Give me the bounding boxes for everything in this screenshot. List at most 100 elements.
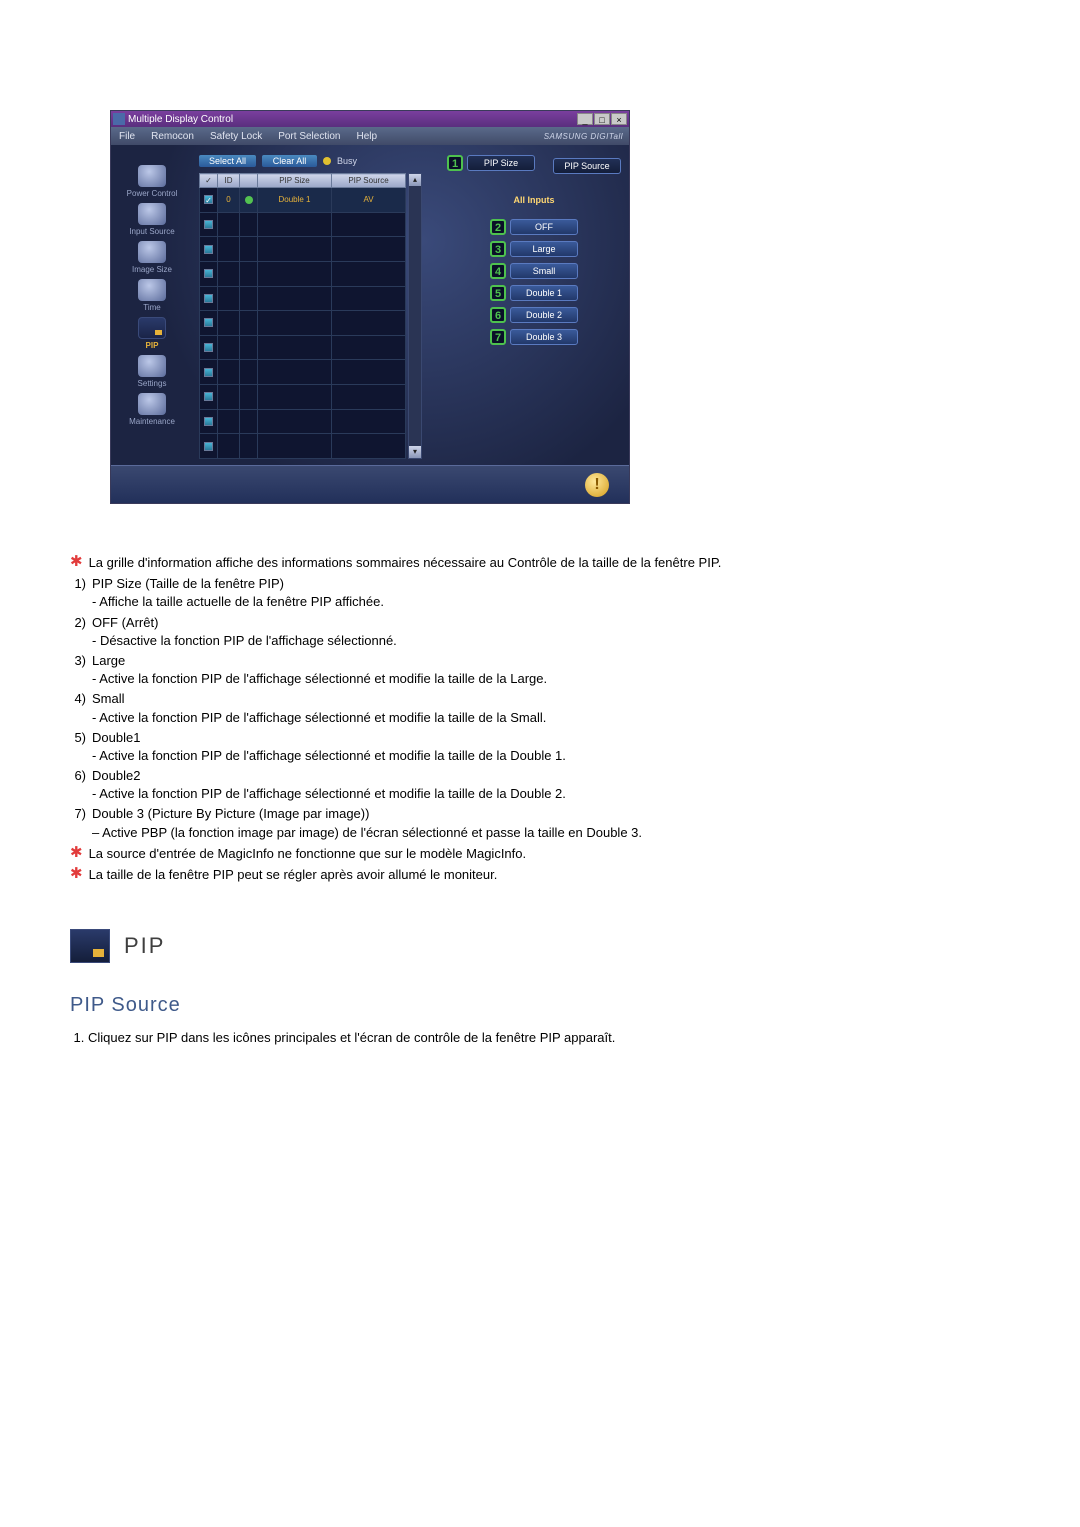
star-icon: ✱ [70, 866, 83, 884]
callout-number: 5 [490, 285, 506, 301]
app-body: Power Control Input Source Image Size Ti… [111, 145, 629, 465]
cell-status [240, 188, 258, 213]
row-checkbox[interactable] [204, 442, 213, 451]
table-row[interactable] [200, 237, 406, 262]
cell-pip-size [258, 434, 332, 459]
sidebar-item-label: Image Size [111, 265, 193, 274]
sidebar-item-input-source[interactable]: Input Source [111, 203, 193, 236]
sidebar-item-settings[interactable]: Settings [111, 355, 193, 388]
cell-pip-source [332, 237, 406, 262]
list-sub: – Active PBP (la fonction image par imag… [92, 825, 642, 840]
table-row[interactable] [200, 409, 406, 434]
section-header: PIP [70, 929, 1010, 963]
cell-pip-source [332, 212, 406, 237]
cell-pip-source [332, 335, 406, 360]
sidebar-item-label: Power Control [111, 189, 193, 198]
col-check[interactable]: ✓ [200, 174, 218, 188]
maximize-button[interactable]: □ [594, 113, 610, 125]
row-checkbox[interactable] [204, 368, 213, 377]
pip-size-button[interactable]: OFF [510, 219, 578, 235]
table-row[interactable] [200, 311, 406, 336]
list-title: Small [92, 691, 125, 706]
row-checkbox[interactable] [204, 220, 213, 229]
titlebar[interactable]: Multiple Display Control _ □ × [111, 111, 629, 127]
list-title: Double2 [92, 768, 140, 783]
all-inputs-label: All Inputs [447, 195, 621, 205]
statusbar: ! [111, 465, 629, 503]
sidebar-item-power-control[interactable]: Power Control [111, 165, 193, 198]
sidebar-item-time[interactable]: Time [111, 279, 193, 312]
scroll-up-icon[interactable]: ▴ [409, 174, 421, 186]
row-checkbox[interactable] [204, 417, 213, 426]
sidebar: Power Control Input Source Image Size Ti… [111, 145, 193, 465]
callout-number: 3 [490, 241, 506, 257]
pip-size-button[interactable]: Large [510, 241, 578, 257]
pip-size-option: 4Small [490, 263, 578, 279]
table-row[interactable] [200, 212, 406, 237]
pip-source-header[interactable]: PIP Source [553, 158, 621, 174]
cell-pip-size: Double 1 [258, 188, 332, 213]
cell-pip-source [332, 434, 406, 459]
cell-status [240, 385, 258, 410]
warning-icon[interactable]: ! [585, 473, 609, 497]
grid-wrap: ✓ ID PIP Size PIP Source 0Double 1AV ▴ ▾ [199, 173, 433, 459]
sidebar-item-maintenance[interactable]: Maintenance [111, 393, 193, 426]
cell-id [218, 360, 240, 385]
maintenance-icon [138, 393, 166, 415]
scroll-down-icon[interactable]: ▾ [409, 446, 421, 458]
list-sub: - Active la fonction PIP de l'affichage … [92, 710, 546, 725]
cell-id [218, 335, 240, 360]
clear-all-button[interactable]: Clear All [262, 155, 317, 167]
list-number: 1) [70, 575, 86, 611]
col-status[interactable] [240, 174, 258, 188]
note-line: ✱ La taille de la fenêtre PIP peut se ré… [70, 866, 1010, 884]
table-row[interactable] [200, 261, 406, 286]
pip-size-options: 2OFF3Large4Small5Double 16Double 27Doubl… [447, 219, 621, 345]
sidebar-item-image-size[interactable]: Image Size [111, 241, 193, 274]
row-checkbox[interactable] [204, 343, 213, 352]
table-row[interactable]: 0Double 1AV [200, 188, 406, 213]
list-item: 5)Double1- Active la fonction PIP de l'a… [70, 729, 1010, 765]
row-checkbox[interactable] [204, 245, 213, 254]
grid-scrollbar[interactable]: ▴ ▾ [408, 173, 422, 459]
menu-remocon[interactable]: Remocon [143, 131, 202, 142]
pip-size-button[interactable]: Small [510, 263, 578, 279]
table-row[interactable] [200, 360, 406, 385]
cell-pip-size [258, 237, 332, 262]
cell-status [240, 237, 258, 262]
table-row[interactable] [200, 286, 406, 311]
pip-size-button[interactable]: Double 3 [510, 329, 578, 345]
list-number: 6) [70, 767, 86, 803]
menu-file[interactable]: File [111, 131, 143, 142]
note-text: La grille d'information affiche des info… [89, 554, 722, 572]
select-all-button[interactable]: Select All [199, 155, 256, 167]
row-checkbox[interactable] [204, 318, 213, 327]
pip-size-button[interactable]: Double 2 [510, 307, 578, 323]
row-checkbox[interactable] [204, 269, 213, 278]
minimize-button[interactable]: _ [577, 113, 593, 125]
table-row[interactable] [200, 335, 406, 360]
cell-status [240, 434, 258, 459]
table-row[interactable] [200, 385, 406, 410]
col-id[interactable]: ID [218, 174, 240, 188]
list-number: 4) [70, 690, 86, 726]
sidebar-item-pip[interactable]: PIP [111, 317, 193, 350]
cell-status [240, 212, 258, 237]
row-checkbox[interactable] [204, 392, 213, 401]
col-pip-source[interactable]: PIP Source [332, 174, 406, 188]
menu-safety-lock[interactable]: Safety Lock [202, 131, 270, 142]
menu-help[interactable]: Help [348, 131, 385, 142]
input-source-icon [138, 203, 166, 225]
table-row[interactable] [200, 434, 406, 459]
row-checkbox[interactable] [204, 195, 213, 204]
row-checkbox[interactable] [204, 294, 213, 303]
app-icon [113, 113, 125, 125]
pip-size-header[interactable]: PIP Size [467, 155, 535, 171]
list-item: 1)PIP Size (Taille de la fenêtre PIP)- A… [70, 575, 1010, 611]
col-pip-size[interactable]: PIP Size [258, 174, 332, 188]
status-dot-icon [245, 196, 253, 204]
menu-port-selection[interactable]: Port Selection [270, 131, 348, 142]
list-item: 6)Double2- Active la fonction PIP de l'a… [70, 767, 1010, 803]
pip-size-button[interactable]: Double 1 [510, 285, 578, 301]
close-button[interactable]: × [611, 113, 627, 125]
